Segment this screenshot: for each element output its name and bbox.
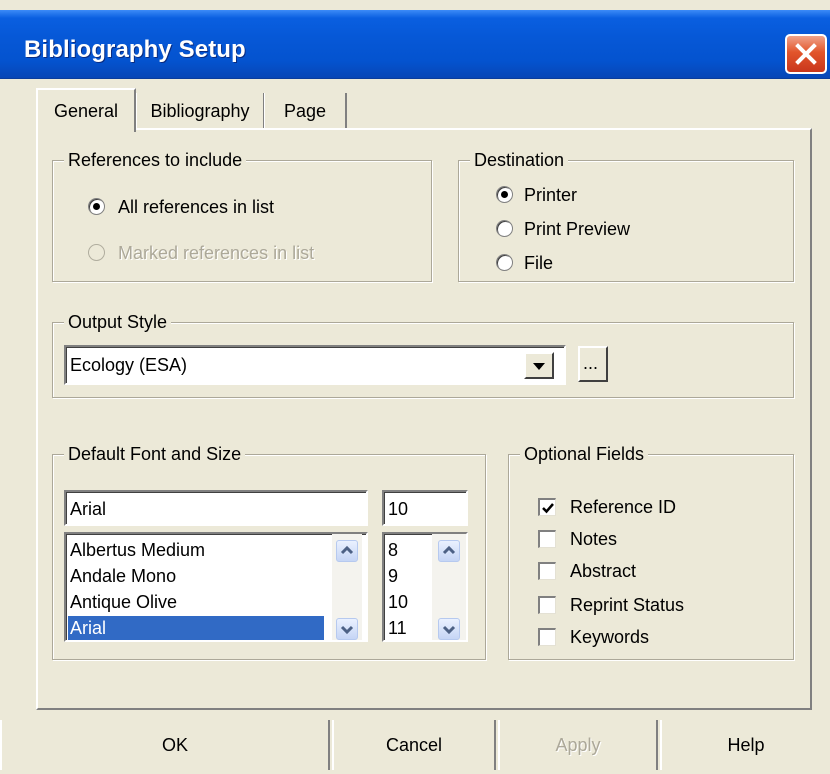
font-list-item-selected[interactable]: Arial: [68, 616, 324, 640]
print-preview-label[interactable]: Print Preview: [524, 218, 630, 240]
help-button[interactable]: Help: [660, 720, 830, 770]
cancel-button[interactable]: Cancel: [332, 720, 496, 770]
all-references-radio[interactable]: [88, 198, 105, 215]
tab-page[interactable]: Page: [264, 93, 347, 129]
font-size-input[interactable]: 10: [382, 490, 468, 526]
abstract-checkbox[interactable]: [538, 562, 556, 580]
size-list-item[interactable]: 10: [388, 590, 408, 614]
help-button-label: Help: [727, 735, 765, 755]
references-legend: References to include: [64, 149, 247, 171]
font-size-value: 10: [388, 499, 409, 519]
notes-label[interactable]: Notes: [570, 528, 617, 550]
chevron-up-icon: [340, 545, 354, 555]
ok-button[interactable]: OK: [0, 720, 330, 770]
font-list-scroll-up[interactable]: [336, 540, 358, 562]
reprint-status-label[interactable]: Reprint Status: [570, 594, 684, 616]
title-bar[interactable]: Bibliography Setup: [0, 10, 830, 79]
size-list-scroll-up[interactable]: [438, 540, 460, 562]
file-label[interactable]: File: [524, 252, 553, 274]
window-title: Bibliography Setup: [24, 36, 246, 63]
checkmark-icon: [542, 503, 554, 514]
font-list-item[interactable]: Antique Olive: [70, 590, 177, 614]
ok-button-label: OK: [162, 735, 189, 755]
bibliography-setup-dialog: Bibliography Setup General Bibliography …: [0, 0, 830, 774]
all-references-label[interactable]: All references in list: [118, 196, 274, 218]
reprint-status-checkbox[interactable]: [538, 596, 556, 614]
tab-general[interactable]: General: [36, 88, 136, 132]
browse-button-label: ...: [583, 353, 599, 373]
notes-checkbox[interactable]: [538, 530, 556, 548]
size-list-item[interactable]: 11: [388, 616, 407, 640]
marked-references-radio: [88, 244, 105, 261]
chevron-down-icon: [533, 363, 545, 370]
font-legend: Default Font and Size: [64, 443, 246, 465]
output-style-legend: Output Style: [64, 311, 172, 333]
font-list[interactable]: Albertus Medium Andale Mono Antique Oliv…: [64, 532, 368, 642]
chevron-down-icon: [340, 625, 354, 635]
chevron-up-icon: [442, 545, 456, 555]
size-list-item[interactable]: 9: [388, 564, 398, 588]
size-list-scroll-down[interactable]: [438, 618, 460, 640]
abstract-label[interactable]: Abstract: [570, 560, 636, 582]
browse-styles-button[interactable]: ...: [578, 346, 608, 382]
apply-button: Apply: [498, 720, 658, 770]
size-list[interactable]: 8 9 10 11: [382, 532, 468, 642]
close-button[interactable]: [785, 34, 827, 74]
size-list-item[interactable]: 8: [388, 538, 398, 562]
optional-fields-legend: Optional Fields: [520, 443, 649, 465]
keywords-checkbox[interactable]: [538, 628, 556, 646]
reference-id-checkbox[interactable]: [538, 498, 556, 516]
output-style-select[interactable]: Ecology (ESA): [64, 345, 566, 385]
output-style-dropdown-button[interactable]: [524, 352, 554, 379]
font-list-item[interactable]: Albertus Medium: [70, 538, 205, 562]
printer-label[interactable]: Printer: [524, 184, 577, 206]
marked-references-label: Marked references in list: [118, 243, 315, 263]
apply-button-label: Apply: [555, 735, 601, 755]
font-name-input[interactable]: Arial: [64, 490, 368, 526]
print-preview-radio[interactable]: [496, 220, 513, 237]
file-radio[interactable]: [496, 254, 513, 271]
font-list-item[interactable]: Andale Mono: [70, 564, 176, 588]
chevron-down-icon: [442, 625, 456, 635]
printer-radio[interactable]: [496, 186, 513, 203]
font-name-value: Arial: [70, 499, 107, 519]
close-icon: [795, 43, 817, 65]
tab-bibliography[interactable]: Bibliography: [136, 93, 265, 129]
output-style-value: Ecology (ESA): [70, 355, 188, 375]
cancel-button-label: Cancel: [385, 735, 443, 755]
font-list-scroll-down[interactable]: [336, 618, 358, 640]
reference-id-label[interactable]: Reference ID: [570, 496, 676, 518]
destination-legend: Destination: [470, 149, 569, 171]
keywords-label[interactable]: Keywords: [570, 626, 649, 648]
